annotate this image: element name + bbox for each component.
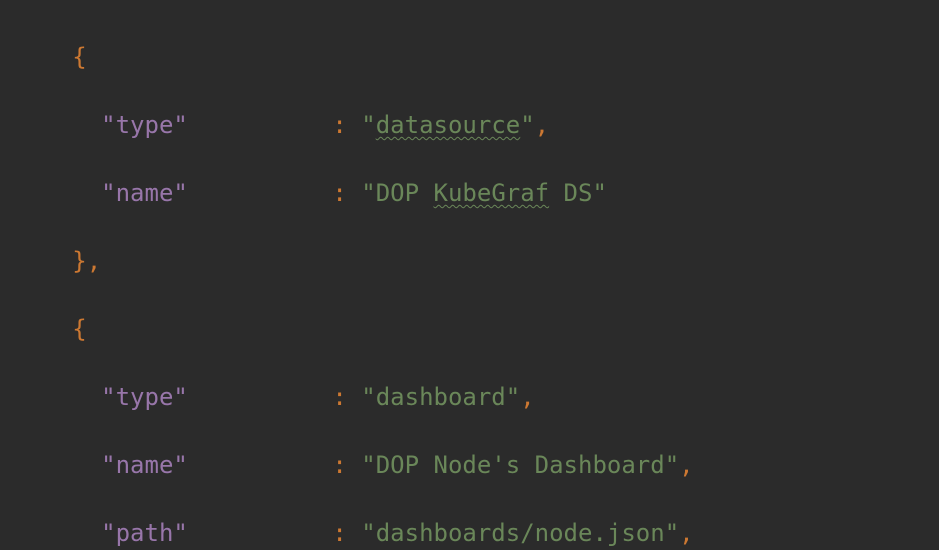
- json-key: "name": [101, 179, 188, 207]
- code-line: },: [0, 244, 939, 278]
- json-string-value: "datasource": [361, 111, 534, 139]
- code-line: "name" : "DOP Node's Dashboard",: [0, 448, 939, 482]
- json-key: "path": [101, 519, 188, 547]
- code-line: "type" : "dashboard",: [0, 380, 939, 414]
- json-string-value: "dashboards/node.json": [361, 519, 679, 547]
- code-line: {: [0, 312, 939, 346]
- code-line: "type" : "datasource",: [0, 108, 939, 142]
- json-key: "name": [101, 451, 188, 479]
- json-string-value: "dashboard": [361, 383, 520, 411]
- typo-underline: KubeGraf: [434, 179, 550, 207]
- json-string-value: "DOP Node's Dashboard": [361, 451, 679, 479]
- brace-open: {: [0, 315, 87, 343]
- code-line: "name" : "DOP KubeGraf DS": [0, 176, 939, 210]
- code-line: "path" : "dashboards/node.json",: [0, 516, 939, 550]
- code-editor[interactable]: { "type" : "datasource", "name" : "DOP K…: [0, 0, 939, 550]
- json-key: "type": [101, 383, 188, 411]
- brace-close-comma: },: [0, 247, 101, 275]
- brace-open: {: [0, 43, 87, 71]
- json-string-value: "DOP KubeGraf DS": [361, 179, 607, 207]
- typo-underline: datasource: [376, 111, 521, 139]
- code-line: {: [0, 40, 939, 74]
- json-key: "type": [101, 111, 188, 139]
